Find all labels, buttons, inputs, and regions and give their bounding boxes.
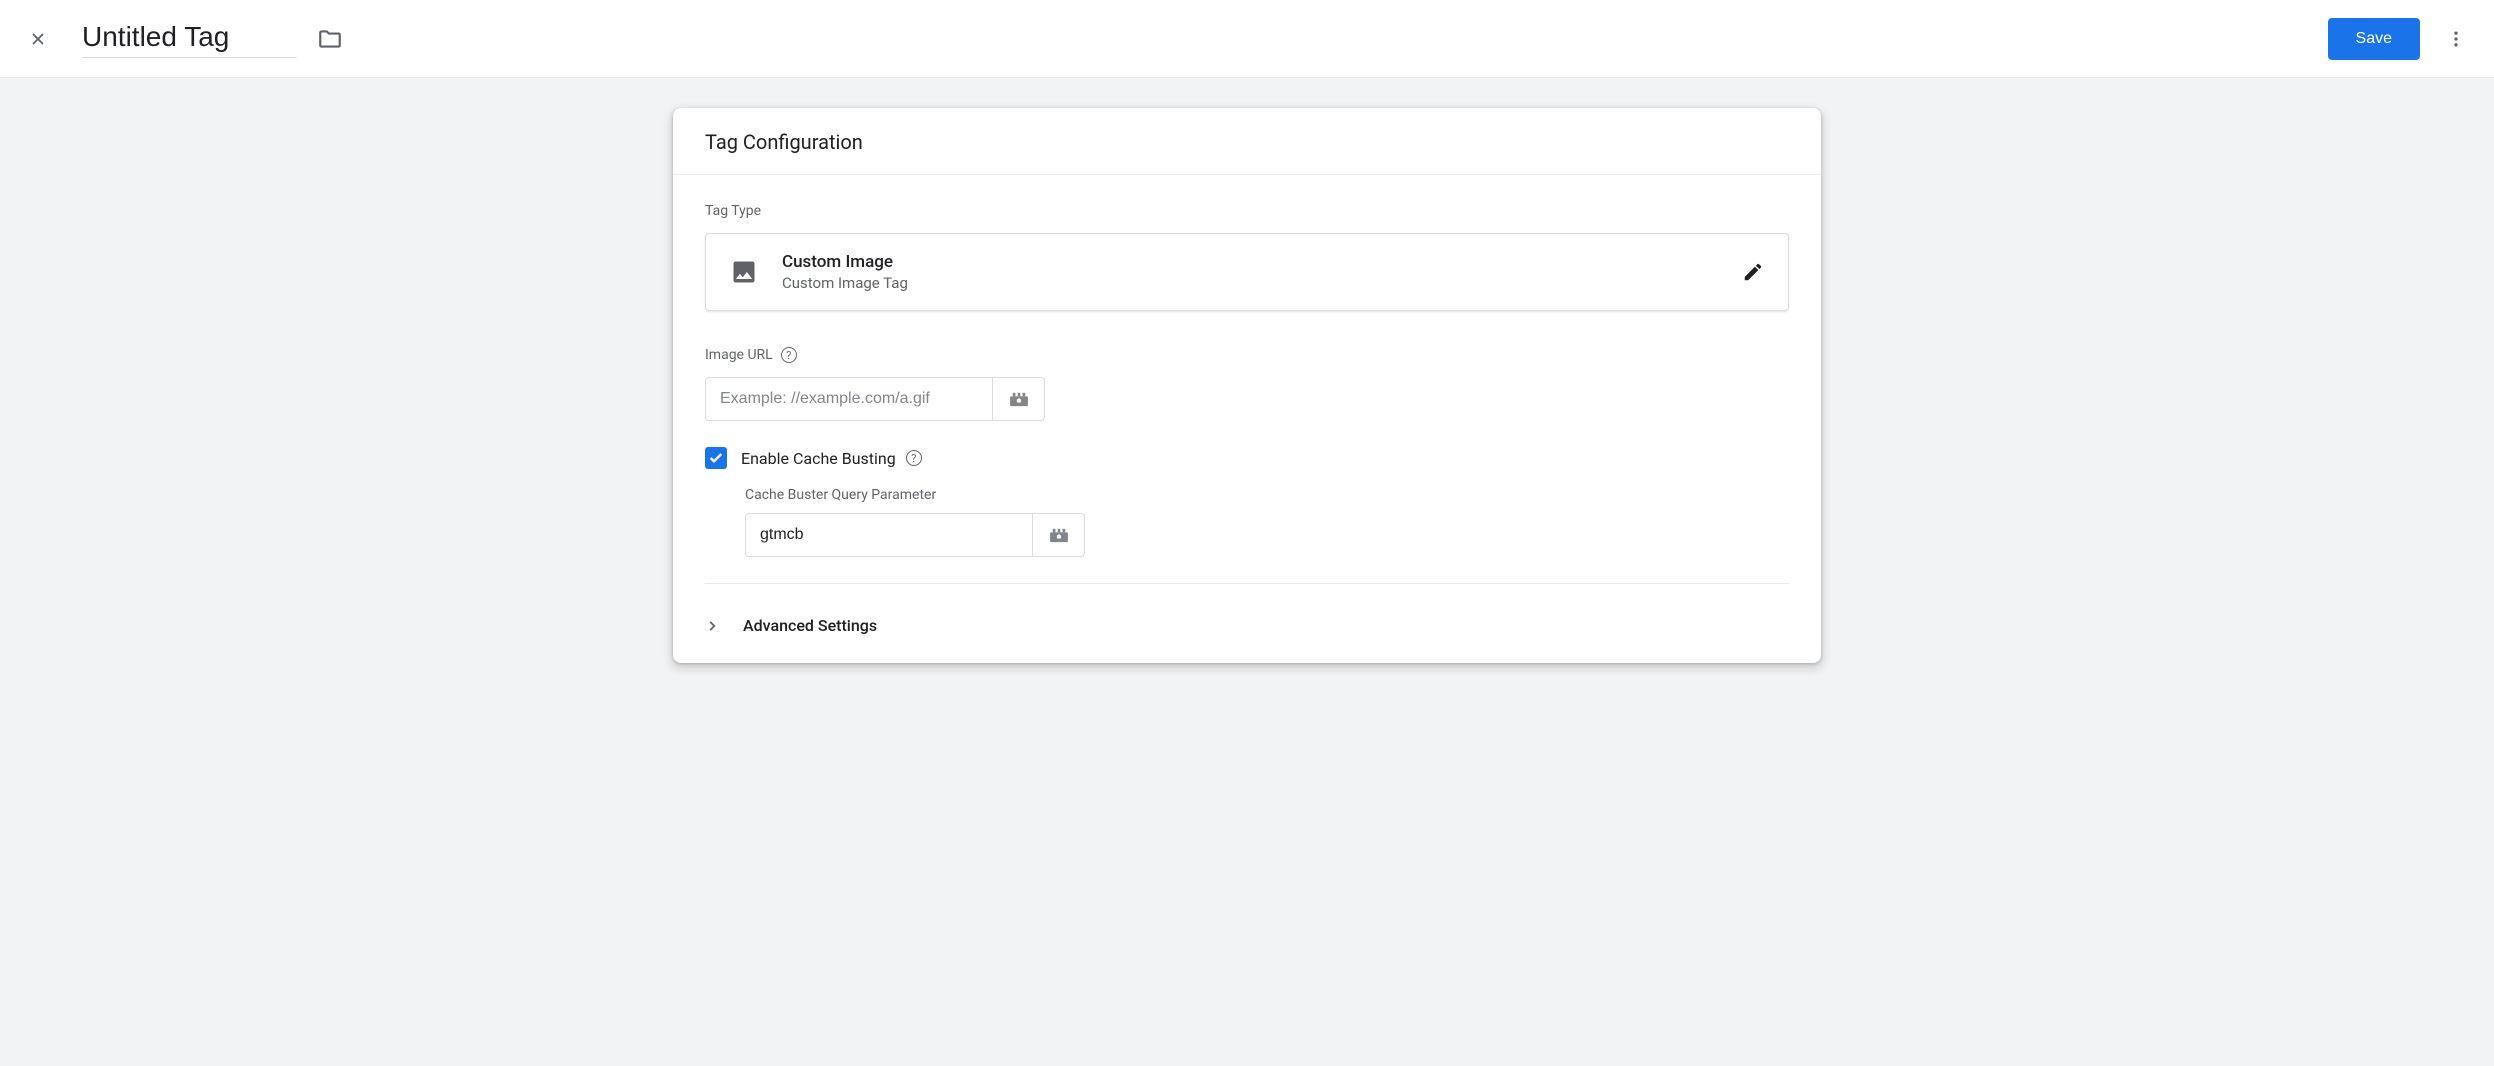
help-icon[interactable]: ? <box>781 347 797 363</box>
edit-tag-type-icon[interactable] <box>1742 261 1764 283</box>
card-title: Tag Configuration <box>705 130 1789 154</box>
insert-variable-button[interactable] <box>1033 513 1085 557</box>
close-button[interactable] <box>26 27 50 51</box>
help-icon[interactable]: ? <box>906 450 922 466</box>
cache-buster-param-input[interactable] <box>745 513 1033 557</box>
image-url-input[interactable] <box>705 377 993 421</box>
save-button[interactable]: Save <box>2328 18 2420 60</box>
tag-configuration-card: Tag Configuration Tag Type Custom Image … <box>673 108 1821 663</box>
enable-cache-busting-checkbox[interactable] <box>705 447 727 469</box>
cache-buster-param-label: Cache Buster Query Parameter <box>745 487 1789 503</box>
folder-icon[interactable] <box>317 26 343 52</box>
more-menu-icon[interactable] <box>2444 29 2468 49</box>
chevron-right-icon <box>705 619 723 633</box>
insert-variable-button[interactable] <box>993 377 1045 421</box>
advanced-settings-toggle[interactable]: Advanced Settings <box>673 592 1821 663</box>
divider <box>705 583 1789 584</box>
tag-name-input[interactable] <box>82 19 297 58</box>
tag-type-subtitle: Custom Image Tag <box>782 274 1718 292</box>
tag-type-label: Tag Type <box>705 203 1789 219</box>
image-url-label: Image URL <box>705 347 773 363</box>
advanced-settings-label: Advanced Settings <box>743 616 877 635</box>
cache-busting-label: Enable Cache Busting <box>741 449 896 468</box>
tag-type-selector[interactable]: Custom Image Custom Image Tag <box>705 233 1789 311</box>
tag-type-name: Custom Image <box>782 252 1718 272</box>
image-icon <box>730 258 758 286</box>
